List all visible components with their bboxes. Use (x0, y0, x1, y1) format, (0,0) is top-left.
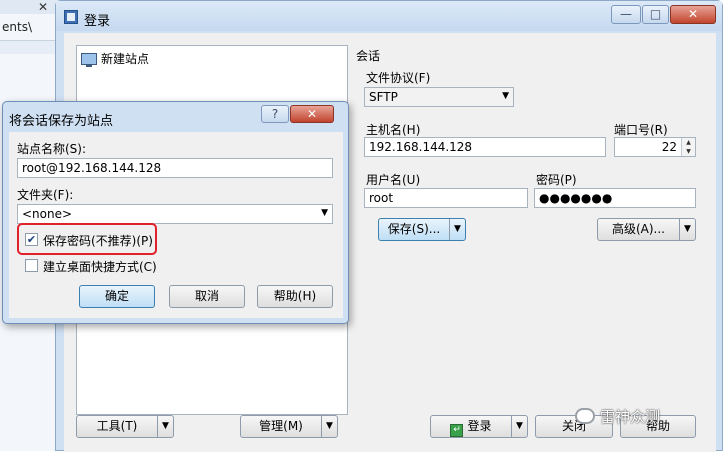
background-window-text: ents\ (2, 20, 32, 34)
protocol-value: SFTP (369, 90, 398, 104)
advanced-dropdown-icon[interactable]: ▼ (679, 219, 695, 240)
tree-item-label: 新建站点 (101, 52, 150, 66)
save-button-label: 保存(S)... (387, 222, 441, 236)
chevron-down-icon: ▼ (321, 208, 328, 218)
host-label: 主机名(H) (366, 123, 421, 137)
save-dropdown-icon[interactable]: ▼ (449, 219, 465, 240)
app-icon (64, 10, 78, 24)
dialog-help-button[interactable]: ? (261, 105, 289, 123)
port-label: 端口号(R) (614, 123, 668, 137)
create-shortcut-checkbox[interactable] (25, 259, 38, 272)
protocol-select[interactable]: SFTP ▼ (364, 87, 514, 107)
dialog-help-button-bottom[interactable]: 帮助(H) (257, 285, 333, 308)
cancel-button[interactable]: 取消 (169, 285, 245, 308)
folder-label: 文件夹(F): (17, 188, 74, 202)
wechat-icon (575, 408, 595, 424)
save-site-dialog: 将会话保存为站点 ? ✕ 站点名称(S): root@192.168.144.1… (2, 101, 349, 324)
window-title: 登录 (84, 14, 111, 29)
folder-value: <none> (22, 207, 73, 221)
password-label: 密码(P) (536, 173, 577, 187)
save-password-checkbox[interactable]: ✔ (25, 233, 38, 246)
protocol-label: 文件协议(F) (366, 71, 431, 85)
host-input[interactable]: 192.168.144.128 (364, 137, 606, 157)
dialog-close-button[interactable]: ✕ (290, 105, 334, 123)
tools-dropdown-icon[interactable]: ▼ (157, 416, 173, 437)
folder-select[interactable]: <none> ▼ (17, 204, 333, 224)
create-shortcut-label: 建立桌面快捷方式(C) (43, 260, 157, 274)
login-icon: ↵ (450, 424, 464, 437)
close-window-button[interactable]: ✕ (670, 5, 716, 24)
advanced-button[interactable]: 高级(A)... ▼ (597, 218, 696, 241)
site-name-label: 站点名称(S): (17, 142, 87, 156)
dialog-title: 将会话保存为站点 (9, 114, 114, 129)
tools-button[interactable]: 工具(T) ▼ (76, 415, 174, 438)
ok-button[interactable]: 确定 (79, 285, 155, 308)
login-button-label: 登录 (467, 419, 492, 433)
login-button[interactable]: ↵ 登录 ▼ (430, 415, 528, 438)
maximize-button[interactable]: □ (642, 5, 669, 24)
computer-icon (81, 52, 97, 67)
user-label: 用户名(U) (366, 173, 421, 187)
site-name-input[interactable]: root@192.168.144.128 (17, 158, 333, 178)
background-window-strip (0, 40, 60, 54)
tree-item-new-site[interactable]: 新建站点 (81, 50, 149, 67)
minimize-button[interactable]: — (611, 5, 641, 24)
session-group-label: 会话 (356, 49, 381, 63)
background-window-caption (0, 0, 59, 14)
title-bar: 登录 — □ ✕ (56, 1, 722, 31)
background-close-icon[interactable]: ✕ (38, 0, 48, 14)
manage-button-label: 管理(M) (259, 419, 303, 433)
dialog-body: 站点名称(S): root@192.168.144.128 文件夹(F): <n… (9, 132, 343, 318)
chevron-down-icon: ▼ (502, 91, 509, 101)
tools-button-label: 工具(T) (96, 419, 138, 433)
port-input[interactable]: 22 ▲ ▼ (614, 137, 696, 157)
manage-dropdown-icon[interactable]: ▼ (321, 416, 337, 437)
password-input[interactable]: ●●●●●●● (534, 188, 696, 208)
save-password-label: 保存密码(不推荐)(P) (43, 234, 153, 248)
port-stepper-icon[interactable]: ▲ ▼ (681, 138, 695, 156)
login-dropdown-icon[interactable]: ▼ (511, 416, 527, 437)
manage-button[interactable]: 管理(M) ▼ (240, 415, 338, 438)
save-button[interactable]: 保存(S)... ▼ (378, 218, 466, 241)
advanced-button-label: 高级(A)... (611, 222, 666, 236)
watermark: 雷神众测 (600, 408, 661, 426)
user-input[interactable]: root (364, 188, 528, 208)
port-value: 22 (661, 140, 677, 154)
